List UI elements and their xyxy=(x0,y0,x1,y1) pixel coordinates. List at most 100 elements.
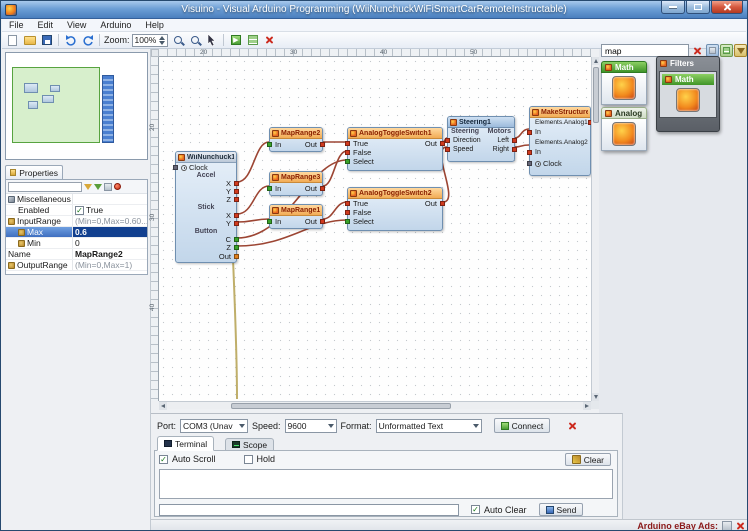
tab-terminal[interactable]: Terminal xyxy=(157,436,214,451)
select-tool-button[interactable] xyxy=(204,33,219,47)
filter-icon[interactable] xyxy=(84,184,92,190)
property-value-max[interactable]: 0.6 xyxy=(72,227,147,237)
maximize-button[interactable] xyxy=(686,1,710,14)
in-pin[interactable] xyxy=(267,219,272,224)
property-value[interactable]: (Min=0,Max=0.60... xyxy=(72,216,147,226)
format-select[interactable]: Unformatted Text xyxy=(376,419,482,433)
property-row-inputrange[interactable]: InputRange (Min=0,Max=0.60... xyxy=(6,216,147,227)
properties-search-input[interactable] xyxy=(8,182,82,192)
wire-stick-x-to-maprange3[interactable] xyxy=(237,186,269,214)
minimap[interactable] xyxy=(5,52,148,160)
pin-panel-icon[interactable] xyxy=(114,183,121,190)
property-value[interactable]: (Min=0,Max=1) xyxy=(72,260,147,270)
in-pin[interactable] xyxy=(527,150,532,155)
terminal-output[interactable] xyxy=(159,469,613,499)
accel-z-pin[interactable] xyxy=(234,197,239,202)
ads-close-icon[interactable] xyxy=(736,522,745,531)
autoclear-checkbox[interactable]: ✓ xyxy=(471,505,480,514)
palette-category-math[interactable]: Math xyxy=(601,61,647,105)
direction-pin[interactable] xyxy=(445,138,450,143)
property-row-max[interactable]: Max 0.6 xyxy=(6,227,147,238)
palette-category-analog[interactable]: Analog xyxy=(601,107,647,151)
in-pin[interactable] xyxy=(267,186,272,191)
out-pin[interactable] xyxy=(440,201,445,206)
minimize-button[interactable] xyxy=(661,1,685,14)
zoom-spin-down-icon[interactable] xyxy=(159,41,165,45)
terminal-output-text[interactable] xyxy=(160,470,612,498)
true-pin[interactable] xyxy=(345,201,350,206)
hscroll-thumb[interactable] xyxy=(231,403,451,409)
category-header-analog[interactable]: Analog xyxy=(601,107,647,119)
block-analogtoggleswitch2[interactable]: AnalogToggleSwitch2 TrueOut False Select xyxy=(347,187,443,231)
wire-steering-right-to-makestructure[interactable] xyxy=(515,145,529,147)
palette-filters-window[interactable]: Filters Math xyxy=(656,56,720,132)
maprange-component-icon[interactable] xyxy=(612,76,636,100)
block-steering1[interactable]: Steering1 Steering Direction Speed Motor… xyxy=(447,116,515,162)
ads-settings-icon[interactable] xyxy=(722,521,732,531)
property-row-outputrange[interactable]: OutputRange (Min=0,Max=1) xyxy=(6,260,147,271)
speed-pin[interactable] xyxy=(445,147,450,152)
stick-y-pin[interactable] xyxy=(234,221,239,226)
close-terminal-icon[interactable] xyxy=(568,421,577,430)
clear-button[interactable]: Clear xyxy=(565,453,611,466)
accel-x-pin[interactable] xyxy=(234,181,239,186)
minimap-viewport[interactable] xyxy=(12,67,100,143)
motor-left-pin[interactable] xyxy=(512,138,517,143)
block-analogtoggleswitch1[interactable]: AnalogToggleSwitch1 TrueOut False Select xyxy=(347,127,443,171)
property-value-name[interactable]: MapRange2 xyxy=(72,249,147,259)
out-pin[interactable] xyxy=(234,254,239,259)
send-button[interactable]: Send xyxy=(539,503,584,516)
block-makestructure1[interactable]: MakeStructure1 Elements.Analog1 In Eleme… xyxy=(529,106,591,176)
block-header[interactable]: WiiNunchuck1 xyxy=(176,152,236,163)
clock-pin[interactable] xyxy=(173,165,178,170)
canvas-vscrollbar[interactable] xyxy=(591,57,599,401)
icons-view-button[interactable] xyxy=(734,44,747,57)
scroll-left-button[interactable] xyxy=(159,402,167,410)
enabled-checkbox[interactable]: ✓ xyxy=(75,206,84,215)
menu-edit[interactable]: Edit xyxy=(31,19,61,32)
false-pin[interactable] xyxy=(345,150,350,155)
tree-view-button[interactable] xyxy=(720,44,733,57)
zoom-in-button[interactable] xyxy=(170,33,185,47)
block-maprange3[interactable]: MapRange3 InOut xyxy=(269,171,323,196)
menu-file[interactable]: File xyxy=(2,19,31,32)
block-header[interactable]: AnalogToggleSwitch2 xyxy=(348,188,442,199)
redo-button[interactable] xyxy=(80,33,95,47)
out-pin[interactable] xyxy=(320,142,325,147)
block-header[interactable]: MapRange2 xyxy=(270,128,322,139)
zoom-select[interactable]: 100% xyxy=(132,34,169,47)
property-row-name[interactable]: Name MapRange2 xyxy=(6,249,147,260)
false-pin[interactable] xyxy=(345,210,350,215)
button-c-pin[interactable] xyxy=(234,237,239,242)
clock-pin[interactable] xyxy=(527,161,532,166)
menu-arduino[interactable]: Arduino xyxy=(93,19,138,32)
category-header-math[interactable]: Math xyxy=(601,61,647,73)
in-pin[interactable] xyxy=(267,142,272,147)
scroll-right-button[interactable] xyxy=(583,402,591,410)
select-pin[interactable] xyxy=(345,219,350,224)
wire-nunchuck-out-clock[interactable] xyxy=(233,259,237,399)
zoom-out-button[interactable] xyxy=(187,33,202,47)
undo-button[interactable] xyxy=(63,33,78,47)
filter-category-icon[interactable] xyxy=(94,184,102,190)
block-header[interactable]: AnalogToggleSwitch1 xyxy=(348,128,442,139)
build-button[interactable] xyxy=(245,33,260,47)
menu-view[interactable]: View xyxy=(60,19,93,32)
connect-button[interactable]: Connect xyxy=(494,418,551,433)
in-pin[interactable] xyxy=(527,130,532,135)
button-z-pin[interactable] xyxy=(234,245,239,250)
upload-arduino-button[interactable]: ▶ xyxy=(228,33,243,47)
property-row-min[interactable]: Min 0 xyxy=(6,238,147,249)
block-header[interactable]: MapRange3 xyxy=(270,172,322,183)
hold-checkbox[interactable] xyxy=(244,455,253,464)
stick-x-pin[interactable] xyxy=(234,213,239,218)
wire-accel-to-maprange2[interactable] xyxy=(237,142,269,182)
math-component-icon[interactable] xyxy=(676,88,700,112)
zoom-spin-up-icon[interactable] xyxy=(159,36,165,40)
new-file-button[interactable] xyxy=(5,33,20,47)
block-header[interactable]: MakeStructure1 xyxy=(530,107,590,118)
property-value[interactable]: True xyxy=(86,205,103,215)
send-input[interactable] xyxy=(159,504,459,516)
block-maprange2[interactable]: MapRange2 InOut xyxy=(269,127,323,152)
expand-all-icon[interactable] xyxy=(104,183,112,191)
